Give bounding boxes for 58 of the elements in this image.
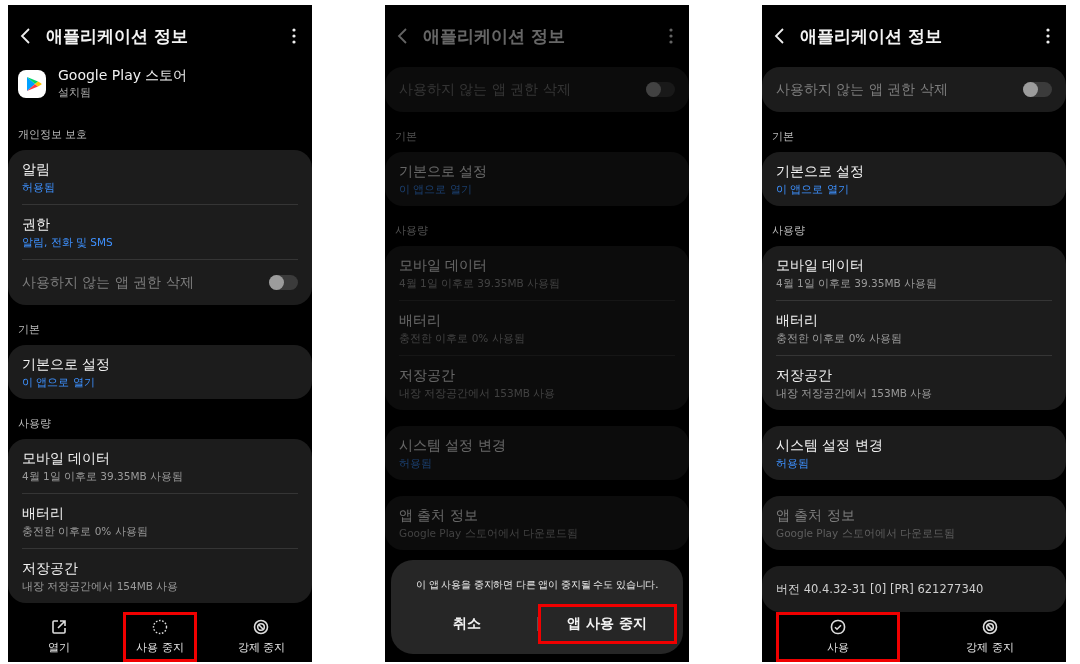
setting-title[interactable]: 저장공간 [22, 559, 298, 578]
setting-title[interactable]: 배터리 [776, 311, 1052, 330]
setting-title[interactable]: 기본으로 설정 [399, 162, 675, 181]
setting-title[interactable]: 저장공간 [776, 366, 1052, 385]
app-status: 설치됨 [58, 86, 92, 100]
screen-title: 애플리케이션 정보 [800, 24, 943, 48]
setting-title[interactable]: 모바일 데이터 [776, 256, 1052, 275]
setting-title: 사용하지 않는 앱 권한 삭제 [22, 273, 195, 292]
setting-value: 이 앱으로 열기 [776, 182, 850, 196]
setting-value: 허용됨 [399, 456, 433, 470]
setting-title[interactable]: 모바일 데이터 [22, 449, 298, 468]
setting-title[interactable]: 배터리 [22, 504, 298, 523]
setting-title[interactable]: 시스템 설정 변경 [776, 436, 1052, 455]
setting-value: 4월 1일 이후로 39.35MB 사용됨 [22, 469, 185, 483]
version-text: 버전 40.4.32-31 [0] [PR] 621277340 [776, 581, 984, 598]
dotted-circle-icon [152, 619, 168, 635]
screen-title: 애플리케이션 정보 [423, 24, 566, 48]
section-label: 기본 [771, 130, 795, 144]
setting-value: 허용됨 [776, 456, 810, 470]
bottom-action-button[interactable]: 사용 [776, 612, 900, 662]
setting-value: 충전한 이후로 0% 사용됨 [22, 524, 149, 538]
bottom-action-button[interactable]: 강제 중지 [928, 612, 1052, 662]
screen-title: 애플리케이션 정보 [46, 24, 189, 48]
setting-title[interactable]: 권한 [22, 215, 298, 234]
setting-title[interactable]: 배터리 [399, 311, 675, 330]
app-name: Google Play 스토어 [58, 67, 188, 85]
section-label: 사용량 [17, 417, 52, 431]
bottom-action-button[interactable]: 사용 중지 [123, 612, 197, 662]
setting-value: 이 앱으로 열기 [22, 375, 96, 389]
section-label: 기본 [17, 323, 41, 337]
bottom-action-button[interactable]: 열기 [22, 612, 96, 662]
setting-value: 알림, 전화 및 SMS [22, 235, 114, 249]
section-label: 사용량 [771, 224, 806, 238]
setting-title[interactable]: 저장공간 [399, 366, 675, 385]
setting-value: 허용됨 [22, 180, 56, 194]
dialog-button[interactable]: 앱 사용 중지 [537, 604, 677, 644]
dialog-message: 이 앱 사용을 중지하면 다른 앱이 중지될 수도 있습니다. [415, 578, 659, 592]
setting-title[interactable]: 모바일 데이터 [399, 256, 675, 275]
setting-value: 충전한 이후로 0% 사용됨 [776, 331, 903, 345]
section-label: 개인정보 보호 [17, 128, 89, 142]
setting-value: 내장 저장공간에서 153MB 사용 [776, 386, 934, 400]
setting-value: 내장 저장공간에서 154MB 사용 [22, 579, 180, 593]
stop-icon [982, 619, 998, 635]
setting-value: 이 앱으로 열기 [399, 182, 473, 196]
dialog-button[interactable]: 취소 [397, 604, 537, 644]
open-external-icon [50, 619, 67, 635]
setting-title: 사용하지 않는 앱 권한 삭제 [776, 80, 949, 99]
app-icon [18, 69, 46, 98]
setting-value: Google Play 스토어에서 다운로드됨 [776, 526, 956, 540]
section-label: 기본 [394, 130, 418, 144]
setting-title[interactable]: 기본으로 설정 [776, 162, 1052, 181]
bottom-action-button[interactable]: 강제 중지 [224, 612, 298, 662]
setting-value: 4월 1일 이후로 39.35MB 사용됨 [776, 276, 939, 290]
setting-title[interactable]: 알림 [22, 160, 298, 179]
stop-icon [253, 619, 270, 635]
setting-title[interactable]: 시스템 설정 변경 [399, 436, 675, 455]
setting-title[interactable]: 기본으로 설정 [22, 355, 298, 374]
section-label: 사용량 [394, 224, 429, 238]
